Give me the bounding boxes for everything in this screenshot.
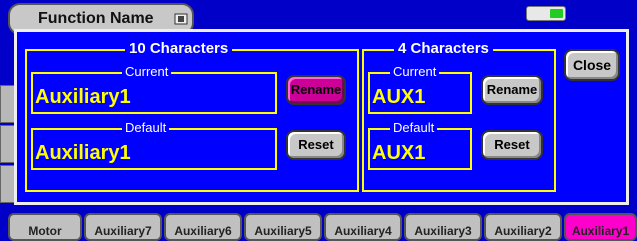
- function-tabs: Motor Auxiliary7 Auxiliary6 Auxiliary5 A…: [8, 213, 637, 241]
- four-characters-group: 4 Characters Current AUX1 Rename Default…: [362, 40, 556, 192]
- ten-char-current-value: Auxiliary1: [35, 86, 131, 108]
- four-char-reset-button[interactable]: Reset: [481, 130, 543, 160]
- tab-motor[interactable]: Motor: [8, 213, 82, 241]
- function-icon: [174, 13, 188, 25]
- tab-auxiliary7[interactable]: Auxiliary7: [84, 213, 162, 241]
- four-char-rename-button[interactable]: Rename: [481, 75, 543, 105]
- four-char-default-field: Default AUX1: [368, 121, 472, 170]
- ten-characters-group: 10 Characters Current Auxiliary1 Rename …: [25, 40, 359, 192]
- ten-characters-title: 10 Characters: [125, 40, 233, 57]
- tab-auxiliary3[interactable]: Auxiliary3: [404, 213, 482, 241]
- tab-auxiliary1[interactable]: Auxiliary1: [564, 213, 637, 241]
- default-label: Default: [390, 121, 438, 135]
- tab-auxiliary2[interactable]: Auxiliary2: [484, 213, 562, 241]
- ten-char-default-value: Auxiliary1: [35, 142, 131, 164]
- close-button[interactable]: Close: [564, 49, 620, 81]
- ten-char-default-field: Default Auxiliary1: [31, 121, 277, 170]
- ten-char-rename-button[interactable]: Rename: [286, 75, 346, 105]
- four-characters-title: 4 Characters: [394, 40, 493, 57]
- four-char-current-value: AUX1: [372, 86, 426, 108]
- battery-icon: [526, 6, 566, 21]
- rename-dialog: 10 Characters Current Auxiliary1 Rename …: [14, 29, 629, 205]
- current-label: Current: [390, 65, 440, 79]
- tab-auxiliary6[interactable]: Auxiliary6: [164, 213, 242, 241]
- function-name-label: Function Name: [38, 10, 154, 27]
- tab-auxiliary4[interactable]: Auxiliary4: [324, 213, 402, 241]
- four-char-default-value: AUX1: [372, 142, 426, 164]
- ten-char-reset-button[interactable]: Reset: [286, 130, 346, 160]
- ten-char-current-field: Current Auxiliary1: [31, 65, 277, 114]
- default-label: Default: [122, 121, 170, 135]
- tab-auxiliary5[interactable]: Auxiliary5: [244, 213, 322, 241]
- current-label: Current: [122, 65, 172, 79]
- four-char-current-field: Current AUX1: [368, 65, 472, 114]
